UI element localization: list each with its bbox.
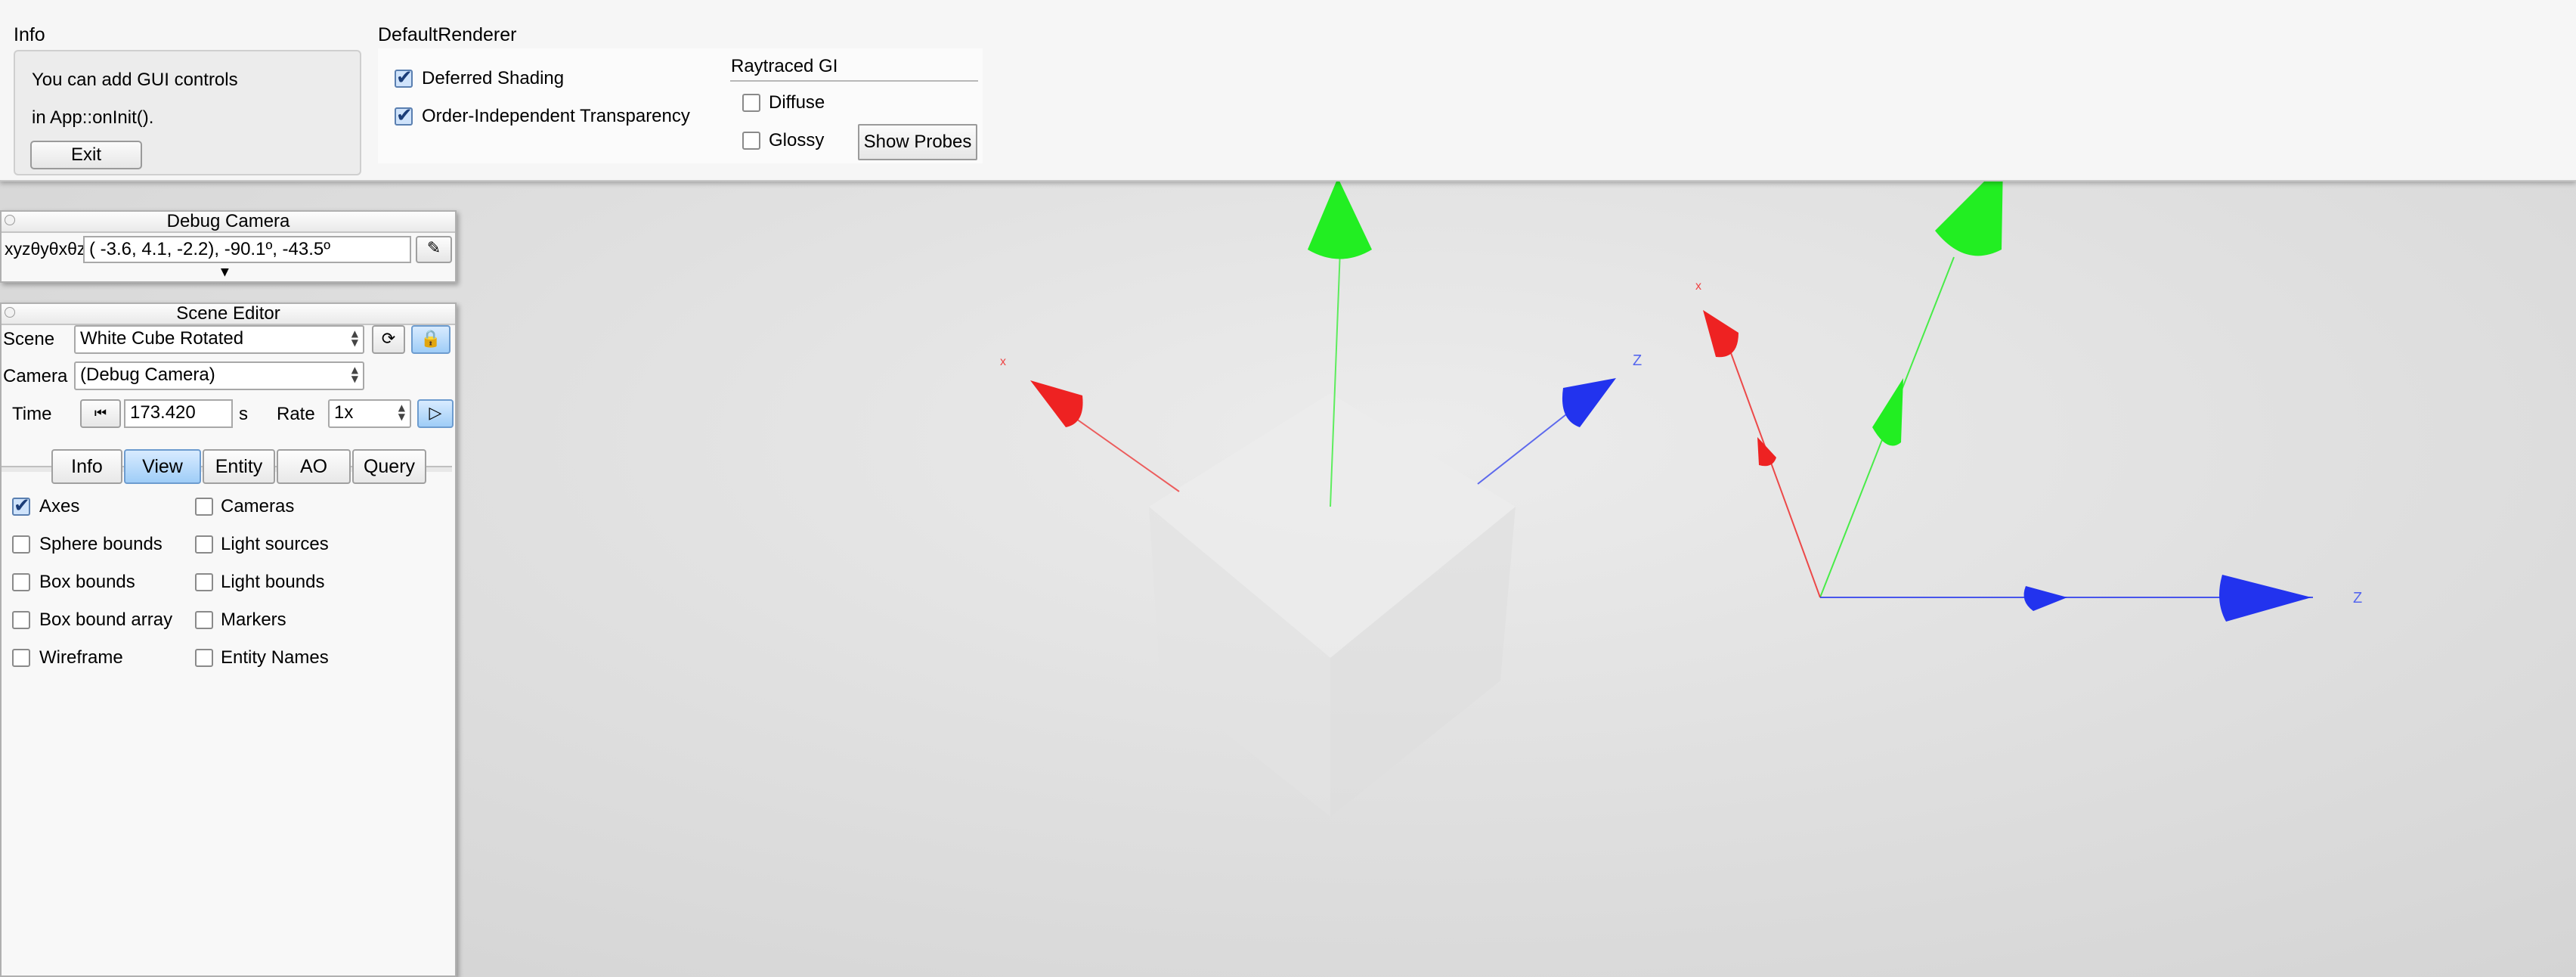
- light-sources-checkbox[interactable]: [195, 535, 213, 554]
- scene-label: Scene: [3, 329, 55, 349]
- time-unit: s: [239, 404, 248, 424]
- dropdown-arrows-icon: ▲ ▼: [398, 402, 405, 422]
- time-field[interactable]: 173.420: [124, 399, 233, 428]
- raytraced-gi-divider: [730, 80, 978, 82]
- sphere-bounds-checkbox[interactable]: [12, 535, 30, 554]
- close-icon[interactable]: [5, 215, 15, 225]
- scene-dropdown[interactable]: White Cube Rotated ▲ ▼: [74, 325, 364, 354]
- tab-entity[interactable]: Entity: [203, 449, 275, 484]
- rate-label: Rate: [277, 404, 315, 424]
- right-axes: [1703, 163, 2313, 622]
- renderer-section-title: DefaultRenderer: [378, 24, 517, 45]
- info-text-line1: You can add GUI controls: [32, 70, 238, 90]
- top-toolbar: Info You can add GUI controls in App::on…: [0, 0, 2576, 181]
- axis-label-x-right: x: [1695, 280, 1701, 293]
- exit-button[interactable]: Exit: [30, 141, 142, 169]
- box-bound-array-label: Box bound array: [39, 609, 173, 630]
- time-label: Time: [12, 404, 52, 424]
- light-sources-label: Light sources: [221, 534, 329, 554]
- debug-camera-title[interactable]: Debug Camera: [2, 212, 455, 233]
- box-bounds-label: Box bounds: [39, 572, 135, 592]
- axis-label-z-right: Z: [2353, 590, 2362, 606]
- close-icon[interactable]: [5, 307, 15, 318]
- wireframe-label: Wireframe: [39, 647, 123, 668]
- deferred-shading-checkbox[interactable]: [395, 67, 413, 89]
- tab-query[interactable]: Query: [352, 449, 426, 484]
- reload-icon[interactable]: ⟳: [372, 325, 405, 354]
- camera-label: Camera: [3, 366, 68, 386]
- dropdown-arrows-icon: ▲ ▼: [351, 328, 358, 348]
- info-section-title: Info: [14, 24, 45, 45]
- rate-dropdown[interactable]: 1x ▲ ▼: [328, 399, 411, 428]
- glossy-checkbox[interactable]: [742, 132, 760, 150]
- camera-dropdown[interactable]: (Debug Camera) ▲ ▼: [74, 361, 364, 390]
- deferred-shading-label: Deferred Shading: [422, 68, 565, 88]
- chevron-down-icon[interactable]: ▼: [221, 266, 229, 278]
- box-bound-array-checkbox[interactable]: [12, 611, 30, 629]
- edit-icon[interactable]: ✎: [416, 236, 452, 263]
- info-panel: You can add GUI controls in App::onInit(…: [14, 50, 361, 175]
- oit-label: Order-Independent Transparency: [422, 106, 690, 126]
- camera-value: (Debug Camera): [80, 364, 215, 385]
- box-bounds-checkbox[interactable]: [12, 573, 30, 591]
- tab-view[interactable]: View: [124, 449, 201, 484]
- axes-checkbox[interactable]: [12, 495, 30, 517]
- markers-label: Markers: [221, 609, 286, 630]
- tab-info[interactable]: Info: [51, 449, 122, 484]
- diffuse-checkbox[interactable]: [742, 94, 760, 112]
- scene-editor-title[interactable]: Scene Editor: [2, 304, 455, 325]
- cameras-checkbox[interactable]: [195, 498, 213, 516]
- light-bounds-label: Light bounds: [221, 572, 325, 592]
- rewind-icon[interactable]: ⏮: [80, 399, 121, 428]
- coord-label: xyzθyθxθz: [5, 239, 86, 259]
- entity-names-label: Entity Names: [221, 647, 329, 668]
- info-text-line2: in App::onInit().: [32, 107, 154, 128]
- oit-checkbox[interactable]: [395, 104, 413, 127]
- debug-camera-window: Debug Camera xyzθyθxθz ( -3.6, 4.1, -2.2…: [0, 210, 457, 283]
- markers-checkbox[interactable]: [195, 611, 213, 629]
- sphere-bounds-label: Sphere bounds: [39, 534, 163, 554]
- camera-coords-field[interactable]: ( -3.6, 4.1, -2.2), -90.1º, -43.5º: [83, 236, 411, 263]
- tab-ao[interactable]: AO: [277, 449, 351, 484]
- diffuse-label: Diffuse: [769, 92, 825, 113]
- raytraced-gi-title: Raytraced GI: [731, 56, 838, 76]
- light-bounds-checkbox[interactable]: [195, 573, 213, 591]
- dropdown-arrows-icon: ▲ ▼: [351, 364, 358, 384]
- lock-icon[interactable]: 🔒: [411, 325, 450, 354]
- wireframe-checkbox[interactable]: [12, 649, 30, 667]
- play-icon[interactable]: ▷: [417, 399, 454, 428]
- rate-value: 1x: [334, 402, 354, 423]
- cameras-label: Cameras: [221, 496, 295, 516]
- axis-label-z-center: Z: [1633, 352, 1642, 369]
- axis-label-x-center: x: [1000, 355, 1006, 368]
- axes-label: Axes: [39, 496, 80, 516]
- scene-value: White Cube Rotated: [80, 328, 244, 349]
- entity-names-checkbox[interactable]: [195, 649, 213, 667]
- glossy-label: Glossy: [769, 130, 825, 150]
- show-probes-button[interactable]: Show Probes: [858, 124, 977, 160]
